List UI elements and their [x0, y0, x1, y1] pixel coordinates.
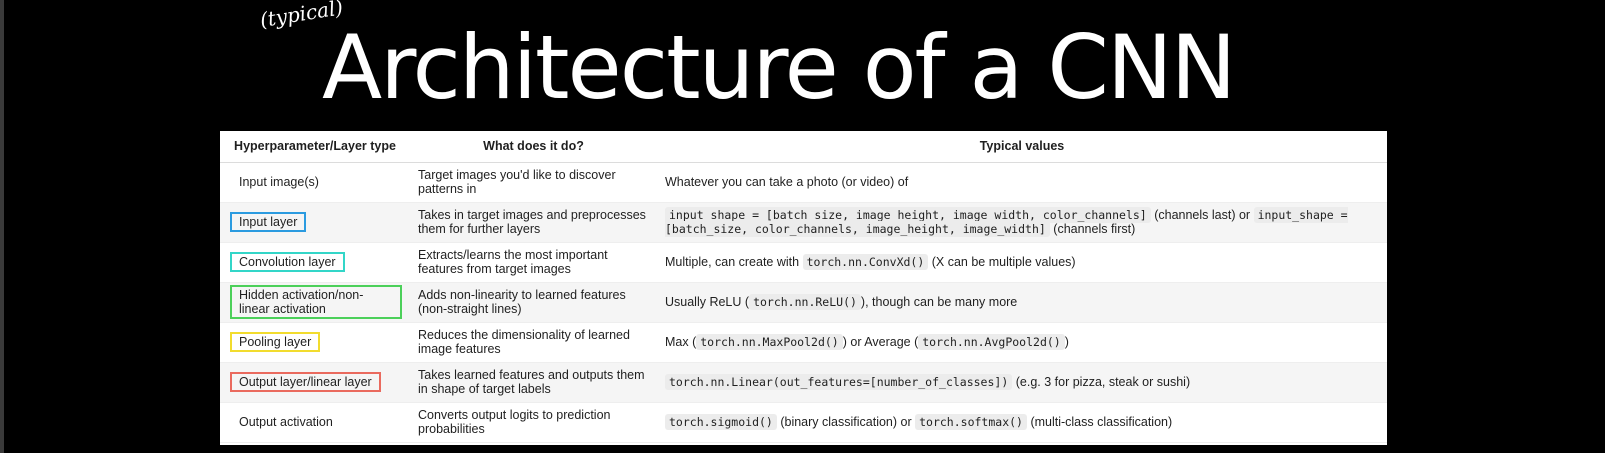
- layer-type-label: Pooling layer: [230, 332, 321, 352]
- layer-type-label: Convolution layer: [230, 252, 345, 272]
- value-text: (channels first): [1049, 222, 1136, 236]
- typical-values-cell: Max (torch.nn.MaxPool2d()) or Average (t…: [657, 322, 1387, 363]
- layer-type-cell: Output activation: [220, 402, 410, 443]
- table-row: Output activation Converts output logits …: [220, 402, 1387, 443]
- table-row: Output layer/linear layer Takes learned f…: [220, 362, 1387, 403]
- typical-values-cell: Usually ReLU (torch.nn.ReLU()), though c…: [657, 282, 1387, 323]
- description-cell: Adds non-linearity to learned features (…: [410, 282, 657, 323]
- value-text: Usually ReLU (: [665, 295, 750, 309]
- layer-type-cell: Input image(s): [220, 162, 410, 203]
- layer-type-cell: Hidden activation/non-linear activation: [220, 282, 410, 323]
- value-text: (channels last) or: [1150, 208, 1254, 222]
- typical-values-cell: Whatever you can take a photo (or video)…: [657, 162, 1387, 203]
- typical-values-cell: Multiple, can create with torch.nn.ConvX…: [657, 242, 1387, 283]
- code-snippet: torch.sigmoid(): [665, 414, 777, 430]
- code-snippet: torch.nn.MaxPool2d(): [696, 334, 843, 350]
- description-cell: Takes in target images and preprocesses …: [410, 202, 657, 243]
- header-layer-type: Hyperparameter/Layer type: [220, 131, 410, 163]
- code-snippet: torch.nn.Linear(out_features=[number_of_…: [665, 374, 1013, 390]
- code-snippet: torch.nn.ConvXd(): [802, 254, 929, 270]
- table-row: Input layer Takes in target images and pr…: [220, 202, 1387, 243]
- layer-type-label: Output activation: [239, 415, 333, 429]
- typical-values-cell: input_shape = [batch_size, image_height,…: [657, 202, 1387, 243]
- value-text: (multi-class classification): [1026, 415, 1173, 429]
- description-cell: Reduces the dimensionality of learned im…: [410, 322, 657, 363]
- layer-type-label: Hidden activation/non-linear activation: [230, 285, 402, 319]
- header-what-does-it-do: What does it do?: [410, 131, 657, 163]
- table-header-row: Hyperparameter/Layer type What does it d…: [220, 131, 1387, 163]
- value-text: ): [1064, 335, 1069, 349]
- value-text: ) or Average (: [842, 335, 919, 349]
- layer-type-label: Input layer: [230, 212, 307, 232]
- layer-type-cell: Pooling layer: [220, 322, 410, 363]
- value-text: ), though can be many more: [860, 295, 1018, 309]
- value-text: (X can be multiple values): [928, 255, 1076, 269]
- value-text: (e.g. 3 for pizza, steak or sushi): [1012, 375, 1191, 389]
- value-text: Multiple, can create with: [665, 255, 803, 269]
- cnn-architecture-table-panel: Hyperparameter/Layer type What does it d…: [220, 131, 1387, 445]
- value-text: Whatever you can take a photo (or video)…: [665, 175, 909, 189]
- header-typical-values: Typical values: [657, 131, 1387, 163]
- layer-type-cell: Convolution layer: [220, 242, 410, 283]
- description-cell: Takes learned features and outputs them …: [410, 362, 657, 403]
- typical-values-cell: torch.sigmoid() (binary classification) …: [657, 402, 1387, 443]
- layer-type-cell: Output layer/linear layer: [220, 362, 410, 403]
- layer-type-label: Output layer/linear layer: [230, 372, 381, 392]
- layer-type-label: Input image(s): [239, 175, 319, 189]
- value-text: Max (: [665, 335, 697, 349]
- cnn-architecture-table: Hyperparameter/Layer type What does it d…: [220, 131, 1387, 443]
- code-snippet: torch.nn.ReLU(): [749, 294, 861, 310]
- code-snippet: torch.nn.AvgPool2d(): [918, 334, 1065, 350]
- slide-left-edge: [0, 0, 4, 453]
- table-row: Input image(s) Target images you'd like t…: [220, 162, 1387, 203]
- description-cell: Extracts/learns the most important featu…: [410, 242, 657, 283]
- code-snippet: torch.softmax(): [915, 414, 1027, 430]
- table-row: Hidden activation/non-linear activation A…: [220, 282, 1387, 323]
- table-row: Convolution layer Extracts/learns the mos…: [220, 242, 1387, 283]
- table-row: Pooling layer Reduces the dimensionality …: [220, 322, 1387, 363]
- typical-values-cell: torch.nn.Linear(out_features=[number_of_…: [657, 362, 1387, 403]
- description-cell: Target images you'd like to discover pat…: [410, 162, 657, 203]
- description-cell: Converts output logits to prediction pro…: [410, 402, 657, 443]
- layer-type-cell: Input layer: [220, 202, 410, 243]
- slide-title: Architecture of a CNN: [322, 16, 1237, 119]
- table-body: Input image(s) Target images you'd like t…: [220, 162, 1387, 443]
- value-text: (binary classification) or: [776, 415, 916, 429]
